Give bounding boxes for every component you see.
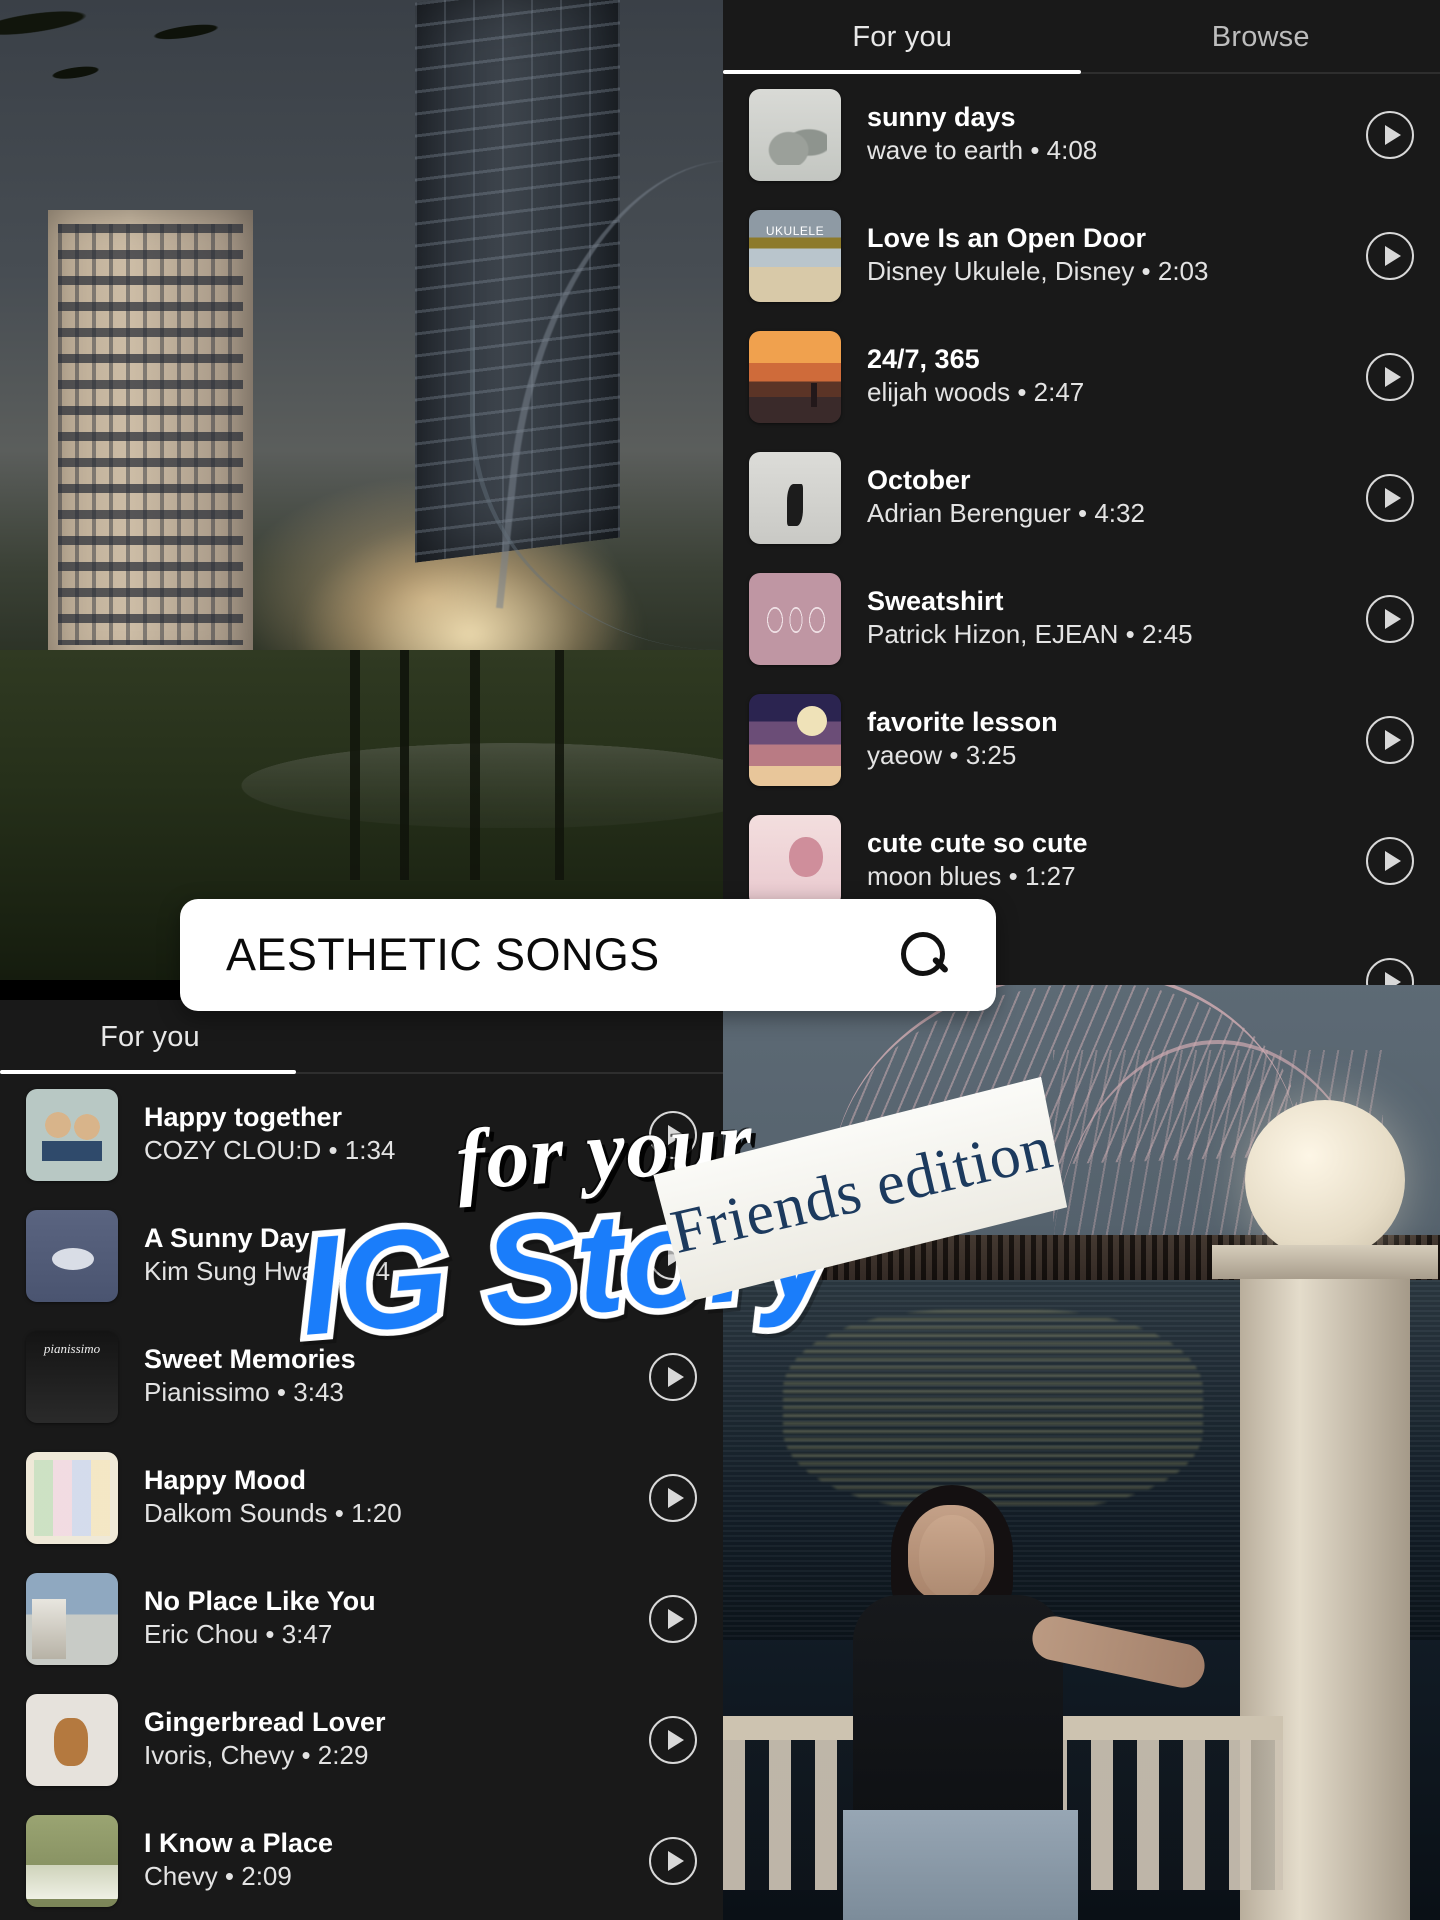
play-button[interactable] xyxy=(1366,836,1414,885)
song-meta: October Adrian Berenguer • 4:32 xyxy=(867,464,1340,530)
song-subtitle: Patrick Hizon, EJEAN • 2:45 xyxy=(867,619,1193,650)
tree-trunks xyxy=(330,650,723,880)
song-title: 24/7, 365 xyxy=(867,344,980,375)
song-meta: No Place Like You Eric Chou • 3:47 xyxy=(144,1585,623,1651)
background-photo-campus xyxy=(0,0,723,980)
play-button[interactable] xyxy=(649,1715,697,1764)
song-meta: favorite lesson yaeow • 3:25 xyxy=(867,706,1340,772)
play-button[interactable] xyxy=(649,1836,697,1885)
album-art xyxy=(26,1572,118,1665)
song-title: I Know a Place xyxy=(144,1828,334,1859)
water-reflection xyxy=(783,1310,1203,1510)
song-row[interactable]: favorite lesson yaeow • 3:25 xyxy=(723,679,1440,800)
song-row[interactable]: I Know a Place Chevy • 2:09 xyxy=(0,1800,723,1920)
song-meta: Gingerbread Lover Ivoris, Chevy • 2:29 xyxy=(144,1706,623,1772)
album-art xyxy=(26,1814,118,1907)
search-icon[interactable] xyxy=(898,929,950,981)
album-art xyxy=(749,572,841,665)
tab-for-you-label: For you xyxy=(852,20,953,53)
play-button[interactable] xyxy=(1366,231,1414,280)
play-button[interactable] xyxy=(1366,352,1414,401)
person-pants xyxy=(843,1810,1078,1920)
song-subtitle: elijah woods • 2:47 xyxy=(867,377,1085,408)
background-photo-pier xyxy=(723,980,1440,1920)
music-picker-top: For you Browse sunny days wave to earth … xyxy=(723,0,1440,985)
song-meta: Sweatshirt Patrick Hizon, EJEAN • 2:45 xyxy=(867,585,1340,651)
apartment-building xyxy=(48,210,253,675)
song-subtitle: Eric Chou • 3:47 xyxy=(144,1619,333,1650)
play-button[interactable] xyxy=(1366,110,1414,159)
album-art xyxy=(26,1451,118,1544)
song-row[interactable]: October Adrian Berenguer • 4:32 xyxy=(723,437,1440,558)
song-meta: Love Is an Open Door Disney Ukulele, Dis… xyxy=(867,222,1340,288)
song-subtitle: Pianissimo • 3:43 xyxy=(144,1377,344,1408)
song-meta: I Know a Place Chevy • 2:09 xyxy=(144,1827,623,1893)
album-art xyxy=(26,1209,118,1302)
song-title: Gingerbread Lover xyxy=(144,1707,386,1738)
tree-branch xyxy=(0,0,292,180)
song-title: Sweatshirt xyxy=(867,586,1004,617)
tab-for-you[interactable]: For you xyxy=(723,0,1082,74)
screenshot-canvas: For you Browse sunny days wave to earth … xyxy=(0,0,1440,1920)
song-subtitle: yaeow • 3:25 xyxy=(867,740,1017,771)
song-row[interactable]: sunny days wave to earth • 4:08 xyxy=(723,74,1440,195)
tab-browse-label: Browse xyxy=(1211,20,1310,53)
song-subtitle: Dalkom Sounds • 1:20 xyxy=(144,1498,402,1529)
play-button[interactable] xyxy=(1366,957,1414,985)
song-row[interactable]: Happy Mood Dalkom Sounds • 1:20 xyxy=(0,1437,723,1558)
tab-active-underline xyxy=(0,1070,296,1074)
song-meta: sunny days wave to earth • 4:08 xyxy=(867,101,1340,167)
search-input[interactable]: AESTHETIC SONGS xyxy=(226,929,898,981)
song-meta: Happy Mood Dalkom Sounds • 1:20 xyxy=(144,1464,623,1530)
tab-browse[interactable]: Browse xyxy=(1082,0,1440,74)
song-title: sunny days xyxy=(867,102,1016,133)
song-subtitle: moon blues • 1:27 xyxy=(867,861,1076,892)
song-row[interactable]: Love Is an Open Door Disney Ukulele, Dis… xyxy=(723,195,1440,316)
person-face xyxy=(919,1515,985,1599)
song-subtitle: wave to earth • 4:08 xyxy=(867,135,1098,166)
song-row[interactable]: 24/7, 365 elijah woods • 2:47 xyxy=(723,316,1440,437)
album-art xyxy=(749,693,841,786)
song-title: October xyxy=(867,465,971,496)
song-row[interactable]: Sweatshirt Patrick Hizon, EJEAN • 2:45 xyxy=(723,558,1440,679)
song-subtitle: Adrian Berenguer • 4:32 xyxy=(867,498,1145,529)
lamp-globe xyxy=(1245,1100,1405,1260)
play-button[interactable] xyxy=(1366,473,1414,522)
play-button[interactable] xyxy=(1366,594,1414,643)
album-art xyxy=(749,451,841,544)
album-art xyxy=(26,1330,118,1423)
tab-for-you-bottom-label: For you xyxy=(100,1020,200,1053)
tab-for-you-bottom[interactable]: For you xyxy=(0,1000,300,1074)
song-title: No Place Like You xyxy=(144,1586,376,1617)
song-row[interactable]: Gingerbread Lover Ivoris, Chevy • 2:29 xyxy=(0,1679,723,1800)
tab-bar-bottom: For you xyxy=(0,1000,723,1074)
person-top xyxy=(853,1595,1063,1845)
song-title: Love Is an Open Door xyxy=(867,223,1147,254)
album-art xyxy=(26,1088,118,1181)
song-title: cute cute so cute xyxy=(867,828,1088,859)
song-meta: cute cute so cute moon blues • 1:27 xyxy=(867,827,1340,893)
album-art xyxy=(26,1693,118,1786)
song-row[interactable]: No Place Like You Eric Chou • 3:47 xyxy=(0,1558,723,1679)
song-meta: 24/7, 365 elijah woods • 2:47 xyxy=(867,343,1340,409)
play-button[interactable] xyxy=(649,1352,697,1401)
tab-bar-top: For you Browse xyxy=(723,0,1440,74)
play-button[interactable] xyxy=(649,1594,697,1643)
song-title: favorite lesson xyxy=(867,707,1058,738)
album-art xyxy=(749,209,841,302)
song-subtitle: Chevy • 2:09 xyxy=(144,1861,292,1892)
album-art xyxy=(749,814,841,907)
song-title: Happy Mood xyxy=(144,1465,306,1496)
song-subtitle: Disney Ukulele, Disney • 2:03 xyxy=(867,256,1209,287)
tab-active-underline xyxy=(723,70,1081,74)
song-subtitle: Ivoris, Chevy • 2:29 xyxy=(144,1740,369,1771)
search-bar[interactable]: AESTHETIC SONGS xyxy=(180,899,996,1011)
play-button[interactable] xyxy=(649,1473,697,1522)
play-button[interactable] xyxy=(1366,715,1414,764)
album-art xyxy=(749,330,841,423)
album-art xyxy=(749,88,841,181)
